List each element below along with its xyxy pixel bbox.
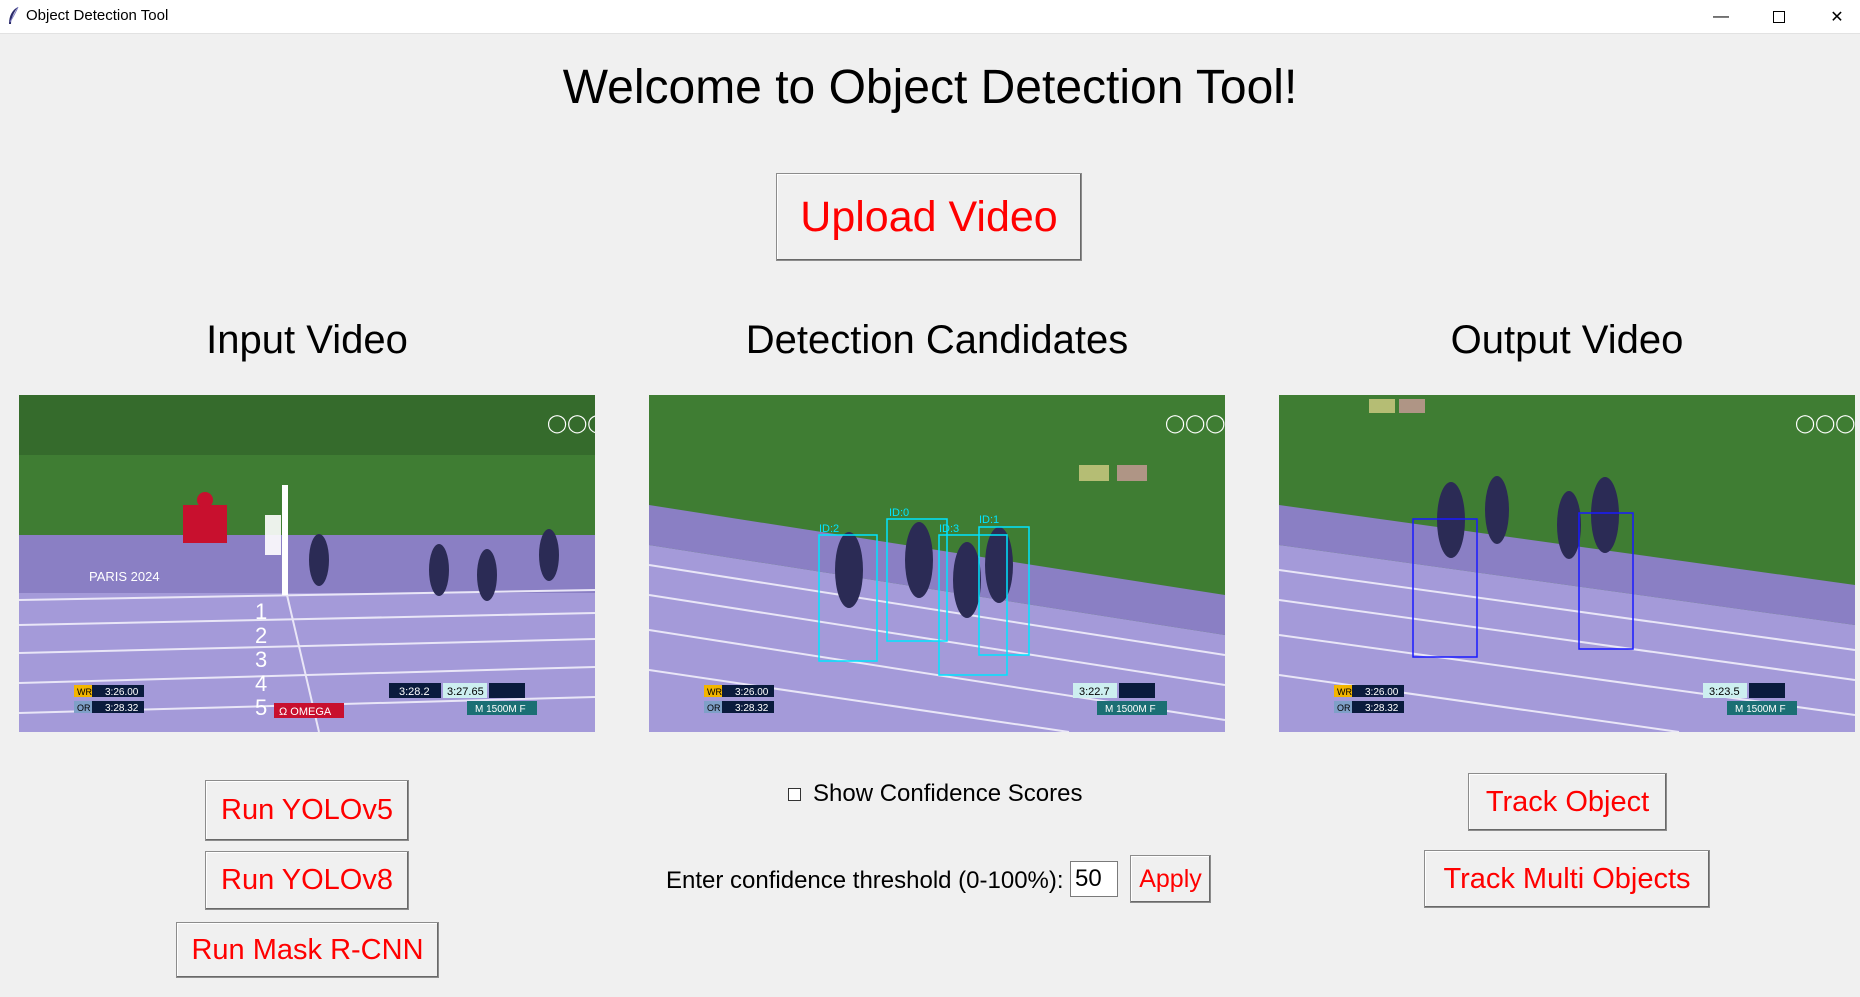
input-clock-a: 3:28.2 bbox=[399, 686, 430, 698]
output-clock: 3:23.5 bbox=[1709, 686, 1740, 698]
feather-app-icon bbox=[9, 6, 19, 24]
threshold-input[interactable] bbox=[1070, 861, 1118, 897]
show-confidence-checkbox[interactable] bbox=[788, 787, 801, 801]
omega-label: Ω OMEGA bbox=[279, 706, 332, 718]
detection-label-0: ID:0 bbox=[889, 507, 909, 519]
track-object-button[interactable]: Track Object bbox=[1468, 773, 1667, 831]
wr-time: 3:26.00 bbox=[105, 687, 139, 698]
welcome-heading: Welcome to Object Detection Tool! bbox=[562, 61, 1298, 114]
or-tag: OR bbox=[77, 703, 91, 713]
event-label: M 1500M F bbox=[1735, 704, 1786, 715]
threshold-label: Enter confidence threshold (0-100%): bbox=[666, 867, 1064, 894]
minimize-button[interactable]: — bbox=[1692, 0, 1750, 33]
run-yolov8-button[interactable]: Run YOLOv8 bbox=[205, 851, 409, 910]
detection-label-2: ID:2 bbox=[819, 523, 839, 535]
wr-tag: WR bbox=[1337, 687, 1352, 697]
lane-number-2: 2 bbox=[255, 623, 267, 648]
or-time: 3:28.32 bbox=[105, 703, 139, 714]
show-confidence-label: Show Confidence Scores bbox=[813, 780, 1083, 807]
track-multi-objects-button[interactable]: Track Multi Objects bbox=[1424, 850, 1710, 908]
input-video-frame: ◯◯◯ PARIS 2024 1 2 3 4 5 WR 3:26.00 OR 3… bbox=[19, 395, 595, 732]
detection-label-1: ID:1 bbox=[979, 514, 999, 526]
wr-tag: WR bbox=[77, 687, 92, 697]
output-video-title: Output Video bbox=[1450, 318, 1684, 362]
close-icon: ✕ bbox=[1830, 8, 1844, 26]
title-bar: Object Detection Tool — ✕ bbox=[0, 0, 1860, 34]
event-label: M 1500M F bbox=[1105, 704, 1156, 715]
lane-number-4: 4 bbox=[255, 671, 267, 696]
apply-button[interactable]: Apply bbox=[1130, 855, 1211, 903]
paris-logo-text: PARIS 2024 bbox=[89, 569, 160, 584]
maximize-icon bbox=[1773, 10, 1785, 23]
lane-number-1: 1 bbox=[255, 599, 267, 624]
wr-time: 3:26.00 bbox=[1365, 687, 1399, 698]
candidates-clock: 3:22.7 bbox=[1079, 686, 1110, 698]
run-yolov5-button[interactable]: Run YOLOv5 bbox=[205, 780, 409, 841]
output-video-frame: ◯◯◯ WR 3:26.00 OR 3:28.32 3:23.5 M 1500M… bbox=[1279, 395, 1855, 732]
olympic-rings-icon: ◯◯◯ bbox=[1795, 413, 1855, 434]
detection-candidates-frame: ◯◯◯ ID:2 ID:0 ID:3 ID:1 WR 3:26.00 OR 3:… bbox=[649, 395, 1225, 732]
lane-number-5: 5 bbox=[255, 695, 267, 720]
or-tag: OR bbox=[1337, 703, 1351, 713]
maximize-button[interactable] bbox=[1750, 0, 1808, 33]
input-video-title: Input Video bbox=[206, 318, 408, 362]
detection-label-3: ID:3 bbox=[939, 523, 959, 535]
olympic-rings-icon: ◯◯◯ bbox=[1165, 413, 1225, 434]
event-label: M 1500M F bbox=[475, 704, 526, 715]
input-clock-b: 3:27.65 bbox=[447, 686, 484, 698]
minimize-icon: — bbox=[1713, 7, 1729, 25]
run-mask-rcnn-button[interactable]: Run Mask R-CNN bbox=[176, 922, 439, 978]
close-button[interactable]: ✕ bbox=[1808, 0, 1860, 33]
or-time: 3:28.32 bbox=[735, 703, 769, 714]
wr-time: 3:26.00 bbox=[735, 687, 769, 698]
show-confidence-row[interactable]: Show Confidence Scores bbox=[788, 780, 1083, 807]
lane-number-3: 3 bbox=[255, 647, 267, 672]
wr-tag: WR bbox=[707, 687, 722, 697]
olympic-rings-icon: ◯◯◯ bbox=[547, 413, 595, 434]
detection-candidates-title: Detection Candidates bbox=[745, 318, 1129, 362]
or-time: 3:28.32 bbox=[1365, 703, 1399, 714]
or-tag: OR bbox=[707, 703, 721, 713]
window-title: Object Detection Tool bbox=[26, 7, 169, 24]
upload-video-button[interactable]: Upload Video bbox=[776, 173, 1082, 261]
